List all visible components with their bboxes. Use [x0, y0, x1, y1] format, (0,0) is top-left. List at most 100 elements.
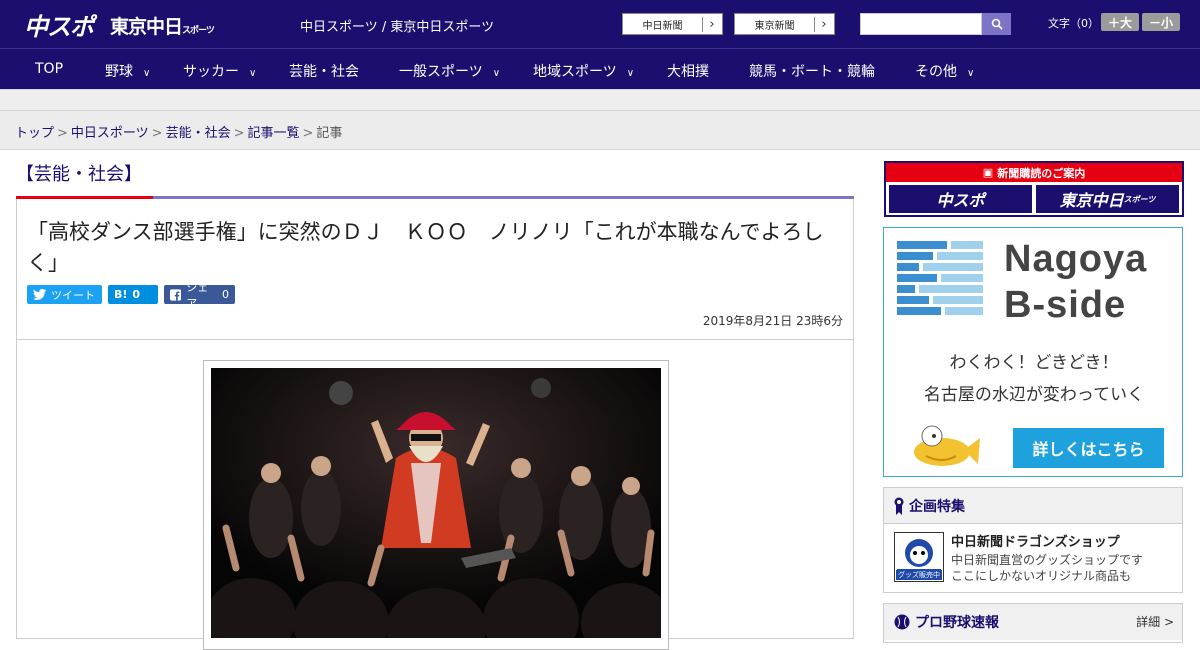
- breadcrumb-link-entertainment[interactable]: 芸能・社会: [166, 126, 231, 141]
- breadcrumb-separator: >: [302, 126, 314, 141]
- ad-title-line1: Nagoya: [1004, 238, 1148, 280]
- chunichi-shimbun-label: 中日新聞: [623, 16, 703, 32]
- header-spacer: [0, 89, 1200, 111]
- subscribe-chusupo-button[interactable]: 中スポ: [889, 185, 1032, 213]
- chevron-down-icon: ∨: [249, 68, 257, 79]
- breadcrumb-link-article-list[interactable]: 記事一覧: [248, 126, 300, 141]
- nav-item-label: 野球: [105, 64, 133, 80]
- article-photo[interactable]: [211, 368, 661, 638]
- nav-item-other[interactable]: その他 ∨: [915, 61, 974, 81]
- hatena-count: 0: [132, 288, 141, 301]
- chevron-down-icon: ∨: [967, 68, 975, 79]
- breadcrumb-separator: >: [151, 126, 163, 141]
- hatena-icon: B!: [114, 288, 128, 301]
- nav-item-entertainment[interactable]: 芸能・社会: [289, 61, 359, 81]
- baseball-scores-box: プロ野球速報 詳細 >: [883, 603, 1183, 643]
- ad-title-line2: B-side: [1004, 284, 1127, 326]
- breadcrumb-link-top[interactable]: トップ: [15, 126, 54, 141]
- baseball-details-link[interactable]: 詳細 >: [1136, 613, 1174, 630]
- facebook-share-button[interactable]: シェア 0: [164, 281, 235, 310]
- search-input[interactable]: [860, 13, 982, 35]
- article-date: 2019年8月21日 23時6分: [702, 314, 843, 328]
- nav-item-label: 競馬・ボート・競輪: [749, 64, 875, 80]
- nav-item-top[interactable]: TOP: [35, 61, 63, 77]
- breadcrumb-current: 記事: [316, 126, 343, 141]
- nagoya-bside-ad[interactable]: Nagoya B-side わくわく！どきどき！ 名古屋の水辺が変わっていく 詳…: [883, 227, 1183, 477]
- nav-item-label: TOP: [35, 61, 64, 77]
- hatena-bookmark-button[interactable]: B! 0: [108, 285, 158, 304]
- dragons-shop-thumbnail[interactable]: グッズ販売中: [894, 532, 944, 582]
- chevron-down-icon: ∨: [492, 68, 501, 79]
- subscribe-tokyo-chunichi-label: 東京中日: [1059, 191, 1124, 210]
- search-icon: [991, 18, 1003, 30]
- nav-item-label: 大相撲: [667, 64, 709, 80]
- facebook-share-count: 0: [222, 288, 229, 301]
- baseball-heading-text: プロ野球速報: [915, 615, 999, 631]
- breadcrumb-link-chunichi-sports[interactable]: 中日スポーツ: [71, 126, 149, 141]
- nav-item-racing[interactable]: 競馬・ボート・競輪: [749, 61, 875, 81]
- ad-details-button[interactable]: 詳しくはこちら: [1013, 428, 1164, 468]
- feature-box: 企画特集 グッズ販売中 中日新聞ドラゴンズショップ 中日新聞直営のグッズショップ…: [883, 487, 1183, 593]
- tokyo-chunichi-logo-text: 東京中日: [110, 16, 183, 38]
- feature-heading-text: 企画特集: [909, 498, 965, 515]
- ad-text-line1: わくわく！どきどき！: [949, 353, 1119, 373]
- chevron-down-icon: ∨: [143, 68, 151, 79]
- article-card: 「高校ダンス部選手権」に突然のＤＪ ＫＯＯ ノリノリ「これが本職なんでよろしく」…: [16, 199, 854, 650]
- nav-item-local-sports[interactable]: 地域スポーツ ∨: [533, 61, 634, 81]
- tweet-button[interactable]: ツイート: [27, 285, 102, 304]
- chevron-down-icon: ∨: [626, 68, 635, 79]
- top-header: 中スポ 東京中日スポーツ 中日スポーツ / 東京中日スポーツ 中日新聞 › 東京…: [0, 0, 1200, 48]
- shachihoko-mascot-icon: [914, 425, 980, 466]
- subscription-heading: ▣ 新聞購読のご案内: [886, 163, 1182, 182]
- breadcrumb: トップ > 中日スポーツ > 芸能・社会 > 記事一覧 > 記事: [0, 111, 1200, 150]
- facebook-icon: [170, 288, 182, 301]
- ad-text-line2: 名古屋の水辺が変わっていく: [923, 385, 1145, 405]
- nav-item-soccer[interactable]: サッカー ∨: [183, 61, 256, 81]
- shop-desc-line2: ここにしかないオリジナル商品も: [951, 569, 1132, 583]
- dragons-shop-description: 中日新聞直営のグッズショップです ここにしかないオリジナル商品も: [951, 552, 1143, 584]
- tokyo-chunichi-logo[interactable]: 東京中日スポーツ: [110, 12, 215, 39]
- concert-photo-image: [211, 368, 661, 638]
- feature-heading: 企画特集: [884, 488, 1182, 524]
- tokyo-shimbun-label: 東京新聞: [735, 16, 815, 32]
- shop-badge-text: グッズ販売中: [896, 570, 942, 580]
- chevron-right-icon: ›: [821, 16, 827, 32]
- nav-item-label: 地域スポーツ: [533, 64, 617, 80]
- chunichi-shimbun-link[interactable]: 中日新聞 ›: [622, 13, 723, 35]
- waterfront-logo-icon: [897, 241, 983, 315]
- nav-item-sumo[interactable]: 大相撲: [667, 61, 709, 81]
- ad-title: Nagoya B-side: [1004, 236, 1147, 328]
- breadcrumb-separator: >: [233, 126, 245, 141]
- article-divider: [17, 339, 853, 340]
- section-title: 【芸能・社会】: [16, 164, 142, 185]
- chunichi-sports-logo[interactable]: 中スポ: [24, 7, 94, 42]
- subscribe-tokyo-chunichi-small: スポーツ: [1123, 194, 1156, 204]
- breadcrumb-separator: >: [57, 126, 68, 141]
- tokyo-shimbun-link[interactable]: 東京新聞 ›: [734, 13, 835, 35]
- subscribe-tokyo-chunichi-button[interactable]: 東京中日 スポーツ: [1036, 185, 1179, 213]
- nav-item-baseball[interactable]: 野球 ∨: [105, 61, 150, 81]
- chevron-right-icon: ›: [709, 16, 715, 32]
- subscription-heading-text: 新聞購読のご案内: [997, 166, 1086, 180]
- tokyo-chunichi-logo-small: スポーツ: [182, 26, 215, 36]
- baseball-icon: [894, 614, 910, 630]
- baseball-heading: プロ野球速報 詳細 >: [884, 604, 1182, 640]
- facebook-share-label: シェア: [186, 280, 209, 310]
- site-names: 中日スポーツ / 東京中日スポーツ: [300, 20, 495, 35]
- subscription-buttons: 中スポ 東京中日 スポーツ: [886, 182, 1182, 216]
- font-size-increase-button[interactable]: ＋大: [1101, 13, 1139, 31]
- nav-item-general-sports[interactable]: 一般スポーツ ∨: [399, 61, 500, 81]
- search-button[interactable]: [982, 13, 1011, 35]
- font-size-decrease-button[interactable]: －小: [1142, 13, 1180, 31]
- twitter-icon: [33, 289, 46, 300]
- ribbon-icon: [894, 497, 904, 515]
- nav-item-label: 芸能・社会: [289, 64, 359, 80]
- nav-item-label: その他: [915, 64, 957, 80]
- subscription-banner[interactable]: ▣ 新聞購読のご案内 中スポ 東京中日 スポーツ: [884, 161, 1184, 217]
- shop-desc-line1: 中日新聞直営のグッズショップです: [951, 553, 1144, 567]
- main-nav: TOP 野球 ∨ サッカー ∨ 芸能・社会 一般スポーツ ∨ 地域スポーツ ∨ 大相撲 …: [0, 48, 1200, 89]
- article-photo-frame: [203, 360, 669, 650]
- dragons-shop-title[interactable]: 中日新聞ドラゴンズショップ: [951, 531, 1120, 550]
- nav-item-label: 一般スポーツ: [399, 64, 483, 80]
- font-size-label: 文字（0）: [1048, 17, 1099, 30]
